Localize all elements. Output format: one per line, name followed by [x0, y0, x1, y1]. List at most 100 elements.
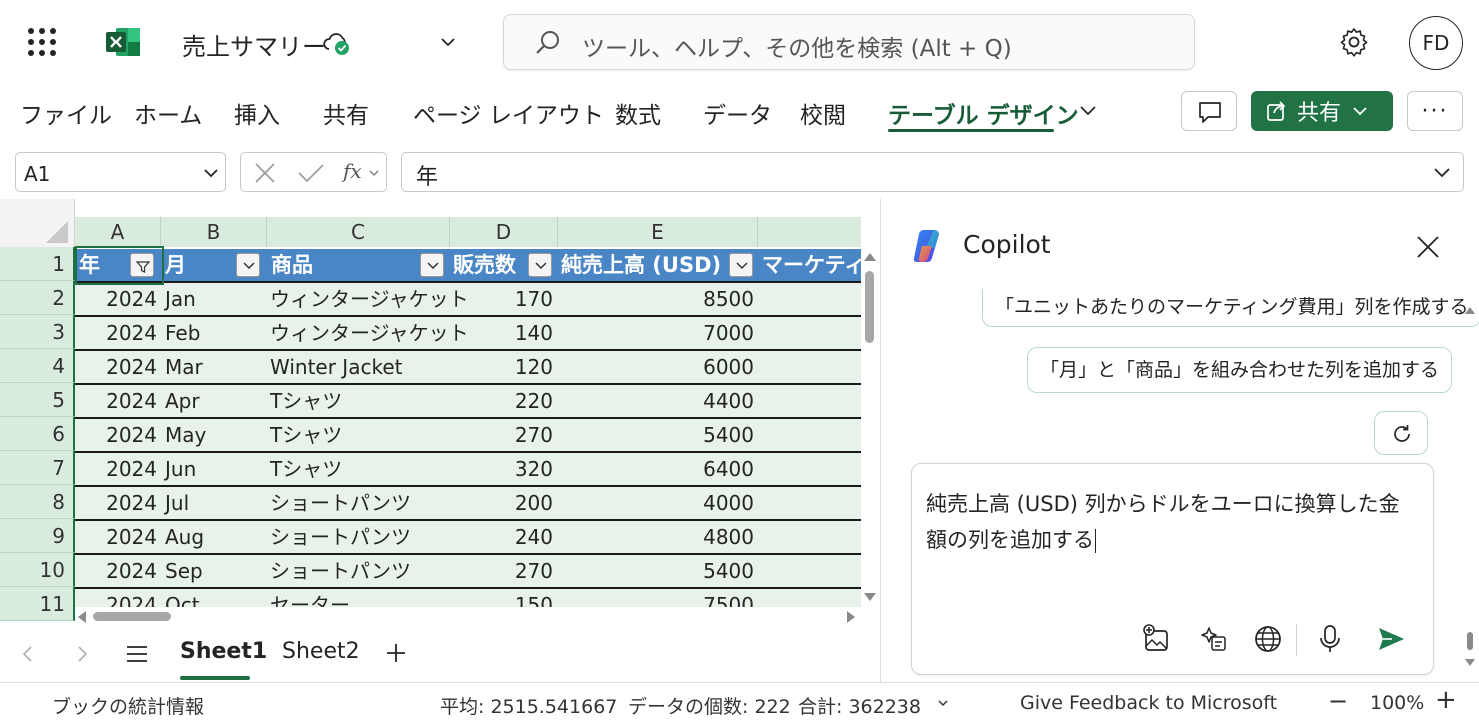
scroll-right-icon[interactable]: [847, 611, 855, 623]
chevron-down-icon[interactable]: [369, 168, 379, 178]
cell-month[interactable]: Apr: [165, 385, 200, 417]
sheet-tab-sheet2[interactable]: Sheet2: [282, 639, 360, 664]
table-header-month[interactable]: 月: [165, 249, 186, 281]
cell-net-sales[interactable]: 7000: [558, 317, 754, 349]
app-launcher-icon[interactable]: [28, 28, 56, 56]
cell-units[interactable]: 270: [450, 555, 553, 587]
column-header-b[interactable]: B: [161, 217, 267, 247]
chevron-down-icon[interactable]: [1432, 165, 1452, 181]
status-average[interactable]: 平均: 2515.541667: [440, 692, 617, 719]
formula-input[interactable]: 年: [401, 152, 1464, 192]
cell-units[interactable]: 120: [450, 351, 553, 383]
tab-page-layout[interactable]: ページ レイアウト: [413, 96, 604, 130]
cell-year[interactable]: 2024: [75, 521, 157, 553]
cell-net-sales[interactable]: 4800: [558, 521, 754, 553]
cell-net-sales[interactable]: 6000: [558, 351, 754, 383]
cell-month[interactable]: Mar: [165, 351, 203, 383]
column-header-d[interactable]: D: [450, 217, 558, 247]
document-title[interactable]: 売上サマリー: [182, 27, 326, 62]
cell-net-sales[interactable]: 5400: [558, 555, 754, 587]
tab-share[interactable]: 共有: [323, 96, 369, 130]
cell-net-sales[interactable]: 4000: [558, 487, 754, 519]
cell-year[interactable]: 2024: [75, 487, 157, 519]
filter-dropdown-button[interactable]: [236, 253, 260, 277]
chevron-down-icon[interactable]: [1076, 100, 1100, 122]
select-all-corner[interactable]: [0, 199, 75, 247]
table-header-net-sales[interactable]: 純売上高 (USD): [561, 249, 721, 281]
table-header-product[interactable]: 商品: [271, 249, 313, 281]
column-header-e[interactable]: E: [558, 217, 758, 247]
add-image-icon[interactable]: [1142, 624, 1172, 654]
insert-function-button[interactable]: fx: [343, 159, 362, 183]
table-header-units-sold[interactable]: 販売数: [453, 249, 516, 281]
cell-year[interactable]: 2024: [75, 351, 157, 383]
row-header[interactable]: 1: [0, 247, 75, 281]
row-header[interactable]: 7: [0, 451, 75, 485]
tab-table-design[interactable]: テーブル デザイン: [888, 96, 1079, 130]
gear-icon[interactable]: [1338, 26, 1370, 58]
share-button[interactable]: 共有: [1251, 91, 1393, 131]
cell-net-sales[interactable]: 6400: [558, 453, 754, 485]
sheet-tab-sheet1[interactable]: Sheet1: [180, 639, 267, 664]
row-header[interactable]: 4: [0, 349, 75, 383]
tab-review[interactable]: 校閲: [800, 96, 846, 130]
tab-data[interactable]: データ: [703, 96, 772, 130]
suggestion-chip[interactable]: 「ユニットあたりのマーケティング費用」列を作成する: [982, 289, 1479, 327]
cell-units[interactable]: 170: [450, 283, 553, 315]
zoom-level[interactable]: 100%: [1370, 692, 1424, 714]
cell-units[interactable]: 270: [450, 419, 553, 451]
row-header[interactable]: 10: [0, 553, 75, 587]
excel-logo-icon[interactable]: [106, 26, 142, 58]
filter-dropdown-button[interactable]: [420, 253, 444, 277]
cell-product[interactable]: ショートパンツ: [270, 555, 411, 587]
cell-month[interactable]: Jul: [165, 487, 189, 519]
scroll-left-icon[interactable]: [78, 611, 86, 623]
cell-product[interactable]: ショートパンツ: [270, 487, 411, 519]
microphone-icon[interactable]: [1315, 624, 1345, 654]
table-header-marketing[interactable]: マーケティン: [762, 249, 861, 281]
column-header-c[interactable]: C: [267, 217, 450, 247]
cell-month[interactable]: Jan: [165, 283, 196, 315]
cell-product[interactable]: ショートパンツ: [270, 521, 411, 553]
next-sheet-icon[interactable]: [76, 644, 90, 664]
refresh-suggestions-button[interactable]: [1374, 411, 1428, 455]
cell-year[interactable]: 2024: [75, 283, 157, 315]
cell-units[interactable]: 140: [450, 317, 553, 349]
cell-net-sales[interactable]: 4400: [558, 385, 754, 417]
copilot-scroll-thumb[interactable]: [1467, 632, 1473, 650]
horizontal-scrollbar[interactable]: [75, 607, 861, 626]
cell-product[interactable]: Tシャツ: [270, 419, 342, 451]
previous-sheet-icon[interactable]: [20, 644, 34, 664]
cell-units[interactable]: 240: [450, 521, 553, 553]
cell-month[interactable]: May: [165, 419, 206, 451]
cell-month[interactable]: Sep: [165, 555, 203, 587]
cell-units[interactable]: 320: [450, 453, 553, 485]
row-header[interactable]: 2: [0, 281, 75, 315]
cell-units[interactable]: 220: [450, 385, 553, 417]
copilot-scrollbar[interactable]: [1465, 297, 1475, 669]
cell-month[interactable]: Feb: [165, 317, 200, 349]
cell-year[interactable]: 2024: [75, 453, 157, 485]
cell-net-sales[interactable]: 5400: [558, 419, 754, 451]
filter-dropdown-button[interactable]: [729, 253, 753, 277]
cancel-icon[interactable]: [253, 162, 277, 184]
vertical-scroll-thumb[interactable]: [865, 271, 874, 343]
cell-product[interactable]: Winter Jacket: [270, 351, 402, 383]
row-header[interactable]: 3: [0, 315, 75, 349]
cell-month[interactable]: Jun: [165, 453, 196, 485]
scroll-up-icon[interactable]: [1465, 307, 1475, 314]
check-icon[interactable]: [297, 162, 325, 184]
name-box[interactable]: A1: [15, 152, 226, 192]
chevron-down-icon[interactable]: [937, 698, 949, 708]
cell-product[interactable]: Tシャツ: [270, 385, 342, 417]
cell-month[interactable]: Aug: [165, 521, 204, 553]
zoom-in-button[interactable]: +: [1435, 687, 1457, 713]
search-box[interactable]: ツール、ヘルプ、その他を検索 (Alt + Q): [503, 14, 1195, 70]
column-header-f[interactable]: [758, 217, 861, 247]
suggestion-chip[interactable]: 「月」と「商品」を組み合わせた列を追加する: [1027, 347, 1453, 393]
user-avatar[interactable]: FD: [1409, 16, 1463, 70]
status-count[interactable]: データの個数: 222: [628, 692, 791, 719]
row-header[interactable]: 6: [0, 417, 75, 451]
tab-formulas[interactable]: 数式: [615, 96, 661, 130]
more-options-button[interactable]: ···: [1407, 91, 1463, 131]
